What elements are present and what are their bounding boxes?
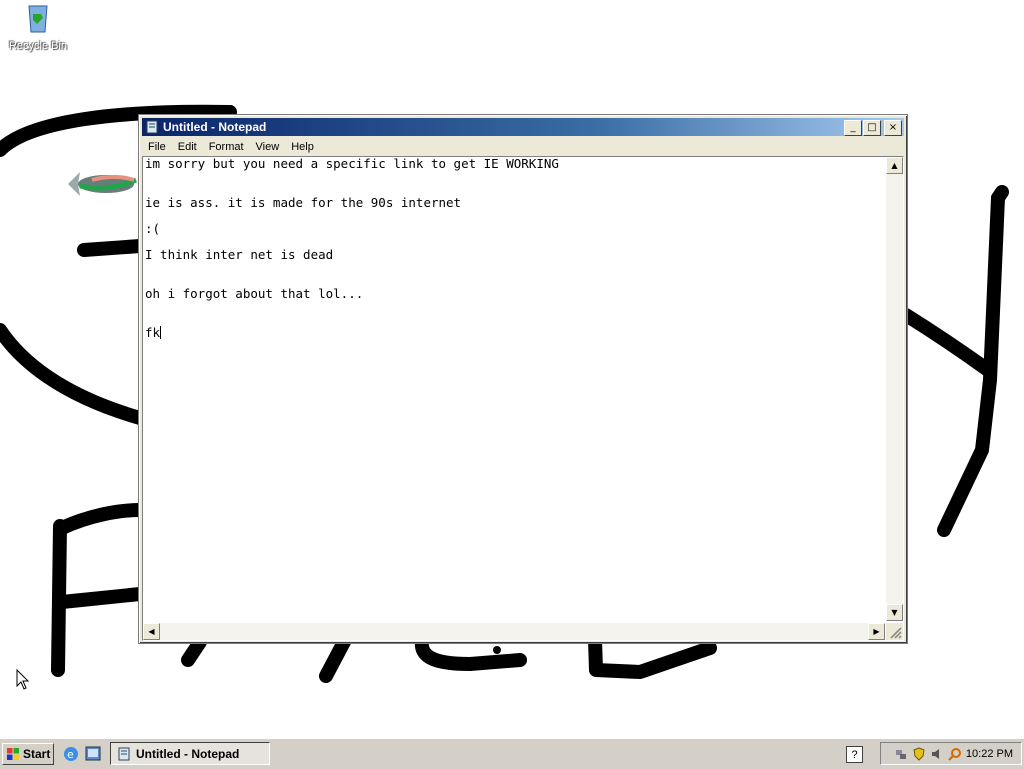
text-line: ie is ass. it is made for the 90s intern… (145, 195, 462, 210)
windows-flag-icon (7, 748, 19, 760)
desktop-icon-label: Recycle Bin (8, 40, 68, 52)
text-line (145, 170, 883, 183)
show-desktop-icon[interactable] (84, 745, 102, 763)
resize-grip-icon (890, 627, 902, 639)
start-button[interactable]: Start (2, 743, 54, 765)
security-shield-icon[interactable] (912, 746, 926, 761)
help-button[interactable]: ? (846, 746, 863, 763)
text-line-content: fk (145, 325, 161, 340)
close-button[interactable]: × (884, 120, 902, 136)
taskbar: Start e Untitled - Notepad ? 10:22 PM (0, 738, 1024, 769)
menu-format[interactable]: Format (203, 141, 250, 153)
text-line: im sorry but you need a specific link to… (145, 156, 559, 171)
minimize-button[interactable]: _ (844, 120, 862, 136)
svg-text:e: e (67, 748, 74, 761)
network-icon[interactable] (894, 747, 908, 761)
notepad-icon (146, 120, 158, 134)
menu-help[interactable]: Help (285, 141, 320, 153)
internet-explorer-icon[interactable]: e (62, 745, 80, 763)
text-line (145, 261, 883, 274)
system-tray: 10:22 PM (880, 742, 1022, 765)
desktop-icon-recycle-bin[interactable]: Recycle Bin (6, 0, 70, 52)
text-line: oh i forgot about that lol... (145, 286, 364, 301)
maximize-button[interactable]: □ (863, 120, 881, 136)
help-icon: ? (851, 748, 858, 761)
scroll-up-button[interactable]: ▲ (886, 157, 903, 174)
text-editor[interactable]: im sorry but you need a specific link to… (142, 156, 904, 641)
recycle-bin-icon (28, 5, 48, 33)
window-titlebar[interactable]: Untitled - Notepad _ □ × (142, 118, 904, 136)
text-area[interactable]: im sorry but you need a specific link to… (145, 157, 883, 620)
menu-bar: File Edit Format View Help (142, 137, 904, 156)
maximize-icon: □ (867, 122, 877, 133)
scroll-down-button[interactable]: ▼ (886, 604, 903, 621)
close-icon: × (888, 122, 898, 133)
menu-edit[interactable]: Edit (172, 141, 203, 153)
text-line: :( (145, 221, 161, 236)
search-icon[interactable] (948, 747, 962, 761)
window-title: Untitled - Notepad (163, 120, 267, 134)
menu-file[interactable]: File (142, 141, 172, 153)
vertical-scrollbar[interactable]: ▲ ▼ (886, 157, 903, 621)
text-line (145, 313, 883, 326)
mouse-cursor-icon (16, 669, 30, 690)
minimize-icon: _ (850, 122, 856, 133)
notepad-icon (118, 747, 130, 760)
notepad-window[interactable]: Untitled - Notepad _ □ × File Edit Forma… (138, 114, 908, 644)
speaker-icon[interactable] (930, 747, 944, 761)
scroll-left-button[interactable]: ◀ (143, 623, 160, 640)
text-line: I think inter net is dead (145, 247, 334, 262)
clock[interactable]: 10:22 PM (966, 748, 1013, 760)
text-line (145, 300, 883, 313)
text-line-current: fk (145, 326, 883, 339)
text-line (145, 209, 883, 222)
fish-icon (68, 172, 137, 196)
window-controls: _ □ × (843, 120, 902, 136)
horizontal-scrollbar[interactable]: ◀ ▶ (143, 623, 885, 640)
taskbar-notepad-button[interactable]: Untitled - Notepad (110, 742, 270, 765)
taskbar-notepad-label: Untitled - Notepad (136, 746, 240, 761)
scroll-right-button[interactable]: ▶ (868, 623, 885, 640)
start-label: Start (23, 747, 51, 761)
menu-view[interactable]: View (250, 141, 286, 153)
resize-grip[interactable] (886, 623, 903, 640)
text-caret (160, 326, 162, 339)
